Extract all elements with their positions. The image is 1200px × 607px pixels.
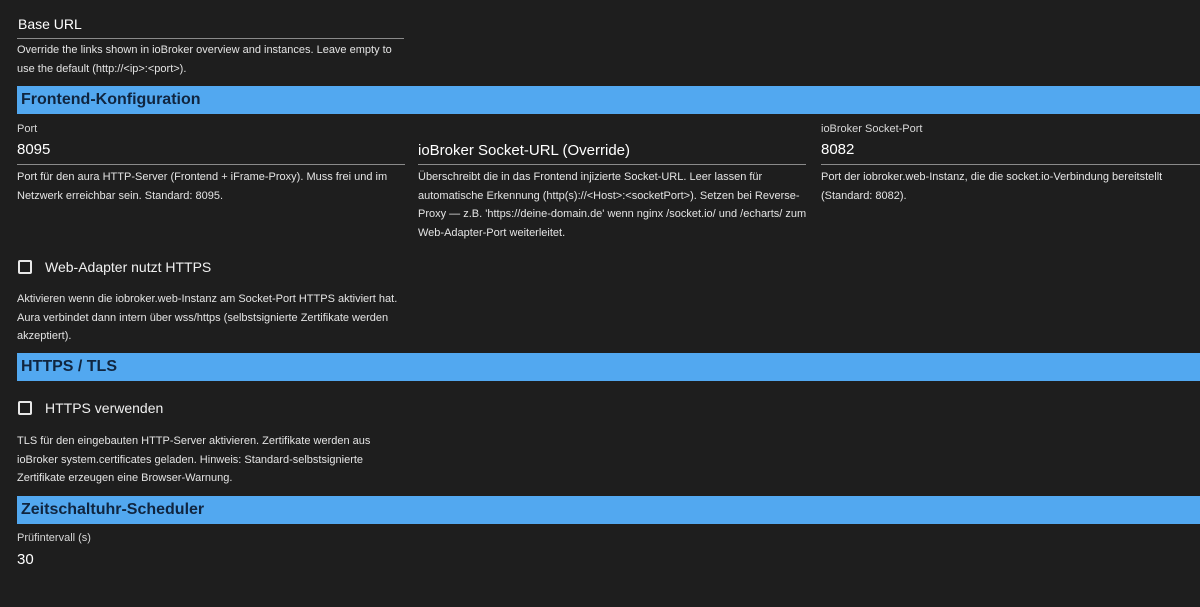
port-input[interactable]: 8095 [17,140,405,160]
socket-url-underline [418,164,806,165]
socket-url-help: Überschreibt die in das Frontend injizie… [418,171,807,239]
base-url-underline [17,38,404,39]
interval-input[interactable]: 30 [17,550,405,570]
interval-input-wrapper[interactable]: 30 [17,550,405,572]
use-https-checkbox-row[interactable]: HTTPS verwenden [18,400,163,416]
use-https-checkbox[interactable] [18,401,32,415]
port-label: Port [17,123,38,135]
web-https-label: Web-Adapter nutzt HTTPS [45,259,212,275]
section-https-tls: HTTPS / TLS [17,353,1200,381]
socket-port-input-wrapper[interactable]: 8082 [821,140,1200,162]
base-url-help: Override the links shown in ioBroker ove… [17,44,392,75]
web-https-checkbox-row[interactable]: Web-Adapter nutzt HTTPS [18,259,211,275]
port-help: Port für den aura HTTP-Server (Frontend … [17,171,388,202]
base-url-label: Base URL [18,16,82,32]
interval-label: Prüfintervall (s) [17,532,91,544]
socket-url-input[interactable]: ioBroker Socket-URL (Override) [418,141,806,163]
settings-page: Base URL Override the links shown in ioB… [0,0,1200,607]
socket-port-input[interactable]: 8082 [821,140,1200,160]
socket-port-underline [821,164,1200,165]
socket-port-label: ioBroker Socket-Port [821,123,923,135]
use-https-label: HTTPS verwenden [45,400,164,416]
section-scheduler: Zeitschaltuhr-Scheduler [17,496,1200,524]
base-url-field[interactable]: Base URL [18,14,404,40]
port-underline [17,164,405,165]
socket-url-label: ioBroker Socket-URL (Override) [418,142,630,159]
socket-port-help: Port der iobroker.web-Instanz, die die s… [821,171,1163,202]
port-input-wrapper[interactable]: 8095 [17,140,405,162]
web-https-checkbox[interactable] [18,260,32,274]
use-https-help: TLS für den eingebauten HTTP-Server akti… [17,435,371,484]
section-frontend: Frontend-Konfiguration [17,86,1200,114]
web-https-help: Aktivieren wenn die iobroker.web-Instanz… [17,293,398,342]
